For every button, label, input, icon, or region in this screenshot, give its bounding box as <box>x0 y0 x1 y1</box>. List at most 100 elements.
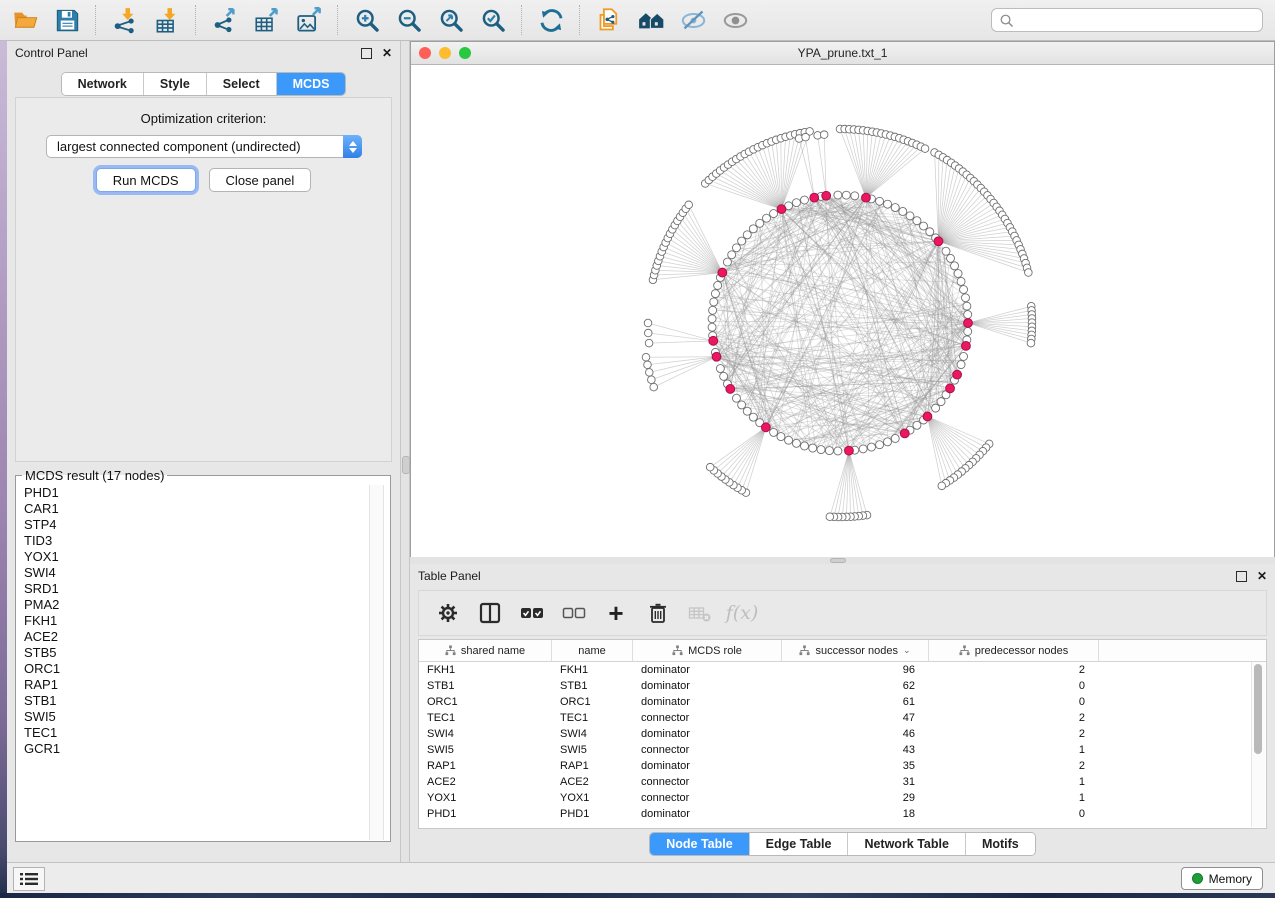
horizontal-splitter[interactable] <box>410 557 1275 564</box>
table-row[interactable]: RAP1RAP1dominator352 <box>419 758 1266 774</box>
table-cell[interactable]: 29 <box>782 792 929 804</box>
close-panel-icon[interactable]: ✕ <box>1257 570 1267 582</box>
settings-icon[interactable] <box>429 594 467 632</box>
table-cell[interactable]: 2 <box>929 664 1099 676</box>
mcds-result-list[interactable]: PHD1CAR1STP4TID3YOX1SWI4SRD1PMA2FKH1ACE2… <box>17 485 389 840</box>
table-cell[interactable]: SWI4 <box>552 728 633 740</box>
zoom-out-icon[interactable] <box>388 2 430 38</box>
table-cell[interactable]: RAP1 <box>552 760 633 772</box>
result-node[interactable]: YOX1 <box>17 549 389 565</box>
table-cell[interactable]: 0 <box>929 808 1099 820</box>
table-cell[interactable]: 47 <box>782 712 929 724</box>
search-input[interactable] <box>1018 12 1262 28</box>
table-cell[interactable]: PHD1 <box>419 808 552 820</box>
table-cell[interactable]: SWI5 <box>552 744 633 756</box>
hide-selected-icon[interactable] <box>672 2 714 38</box>
refresh-layout-icon[interactable] <box>530 2 572 38</box>
run-mcds-button[interactable]: Run MCDS <box>96 168 196 192</box>
table-cell[interactable]: 31 <box>782 776 929 788</box>
result-node[interactable]: SWI5 <box>17 709 389 725</box>
result-node[interactable]: TID3 <box>17 533 389 549</box>
save-session-icon[interactable] <box>46 2 88 38</box>
table-cell[interactable]: YOX1 <box>552 792 633 804</box>
tab-motifs[interactable]: Motifs <box>966 833 1035 855</box>
table-cell[interactable]: 2 <box>929 728 1099 740</box>
column-header-shared-name[interactable]: shared name <box>419 640 552 661</box>
table-cell[interactable]: ACE2 <box>552 776 633 788</box>
table-cell[interactable]: 62 <box>782 680 929 692</box>
table-cell[interactable]: dominator <box>633 728 782 740</box>
table-row[interactable]: YOX1YOX1connector291 <box>419 790 1266 806</box>
table-cell[interactable]: SWI4 <box>419 728 552 740</box>
select-all-icon[interactable] <box>513 594 551 632</box>
zoom-in-icon[interactable] <box>346 2 388 38</box>
table-cell[interactable]: dominator <box>633 696 782 708</box>
table-row[interactable]: ORC1ORC1dominator610 <box>419 694 1266 710</box>
close-panel-button[interactable]: Close panel <box>209 168 312 192</box>
table-cell[interactable]: 43 <box>782 744 929 756</box>
result-node[interactable]: GCR1 <box>17 741 389 757</box>
result-node[interactable]: FKH1 <box>17 613 389 629</box>
close-panel-icon[interactable]: ✕ <box>382 47 392 59</box>
show-all-icon[interactable] <box>714 2 756 38</box>
delete-row-icon[interactable] <box>639 594 677 632</box>
result-node[interactable]: ORC1 <box>17 661 389 677</box>
table-cell[interactable]: ACE2 <box>419 776 552 788</box>
close-window-icon[interactable] <box>419 47 431 59</box>
import-table-icon[interactable] <box>146 2 188 38</box>
result-node[interactable]: STB5 <box>17 645 389 661</box>
first-neighbors-icon[interactable] <box>630 2 672 38</box>
table-cell[interactable]: dominator <box>633 664 782 676</box>
table-cell[interactable]: ORC1 <box>419 696 552 708</box>
tab-mcds[interactable]: MCDS <box>277 73 346 95</box>
export-table-icon[interactable] <box>246 2 288 38</box>
result-node[interactable]: STB1 <box>17 693 389 709</box>
table-cell[interactable]: dominator <box>633 760 782 772</box>
table-cell[interactable]: dominator <box>633 808 782 820</box>
table-cell[interactable]: RAP1 <box>419 760 552 772</box>
zoom-selected-icon[interactable] <box>472 2 514 38</box>
table-row[interactable]: PHD1PHD1dominator180 <box>419 806 1266 822</box>
columns-icon[interactable] <box>471 594 509 632</box>
table-row[interactable]: SWI4SWI4dominator462 <box>419 726 1266 742</box>
splitter-handle[interactable] <box>830 558 846 563</box>
table-cell[interactable]: 1 <box>929 776 1099 788</box>
table-cell[interactable]: 2 <box>929 760 1099 772</box>
tab-network[interactable]: Network <box>62 73 144 95</box>
search-box[interactable] <box>991 8 1263 32</box>
tab-edge-table[interactable]: Edge Table <box>750 833 849 855</box>
tab-node-table[interactable]: Node Table <box>650 833 749 855</box>
table-cell[interactable]: 0 <box>929 680 1099 692</box>
export-image-icon[interactable] <box>288 2 330 38</box>
table-cell[interactable]: SWI5 <box>419 744 552 756</box>
result-node[interactable]: PHD1 <box>17 485 389 501</box>
result-node[interactable]: SRD1 <box>17 581 389 597</box>
table-cell[interactable]: connector <box>633 776 782 788</box>
network-graph[interactable] <box>411 65 1274 557</box>
table-row[interactable]: ACE2ACE2connector311 <box>419 774 1266 790</box>
import-network-icon[interactable] <box>104 2 146 38</box>
scrollbar-thumb[interactable] <box>1254 664 1262 754</box>
result-scrollbar[interactable] <box>369 485 384 840</box>
result-node[interactable]: ACE2 <box>17 629 389 645</box>
table-cell[interactable]: STB1 <box>552 680 633 692</box>
float-panel-icon[interactable] <box>361 48 372 59</box>
table-cell[interactable]: 35 <box>782 760 929 772</box>
table-cell[interactable]: FKH1 <box>419 664 552 676</box>
duplicate-network-icon[interactable] <box>588 2 630 38</box>
result-node[interactable]: STP4 <box>17 517 389 533</box>
table-cell[interactable]: dominator <box>633 680 782 692</box>
result-node[interactable]: SWI4 <box>17 565 389 581</box>
result-node[interactable]: PMA2 <box>17 597 389 613</box>
table-cell[interactable]: connector <box>633 744 782 756</box>
float-panel-icon[interactable] <box>1236 571 1247 582</box>
table-cell[interactable]: STB1 <box>419 680 552 692</box>
task-history-button[interactable] <box>13 867 45 891</box>
add-row-icon[interactable]: + <box>597 594 635 632</box>
tab-style[interactable]: Style <box>144 73 207 95</box>
maximize-window-icon[interactable] <box>459 47 471 59</box>
column-header-successor-nodes[interactable]: successor nodes⌄ <box>782 640 929 661</box>
open-file-icon[interactable] <box>4 2 46 38</box>
table-cell[interactable]: 96 <box>782 664 929 676</box>
table-cell[interactable]: 1 <box>929 792 1099 804</box>
